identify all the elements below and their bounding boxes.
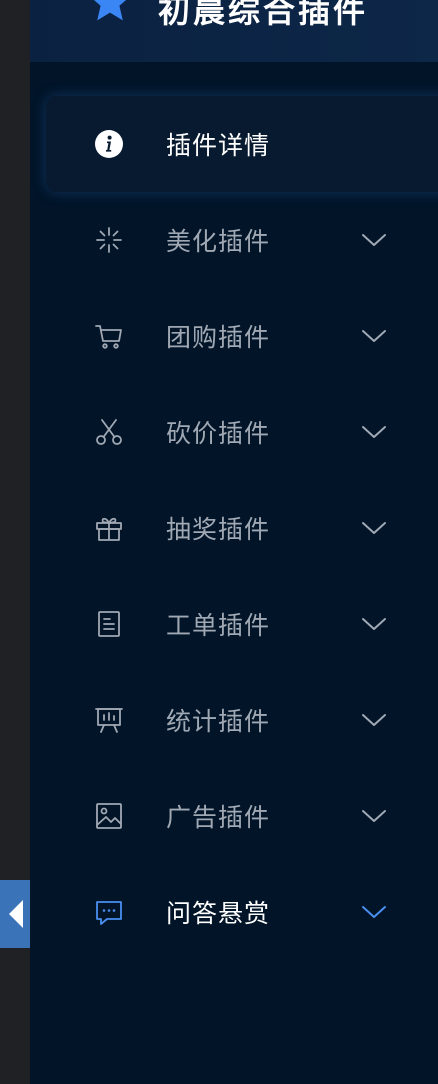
- chevron-down-icon[interactable]: [360, 711, 388, 729]
- sidebar-item-label: 美化插件: [166, 227, 271, 256]
- sidebar-header: 初晨综合插件: [30, 0, 438, 62]
- gift-icon: [94, 513, 124, 543]
- image-icon: [94, 801, 124, 831]
- caret-left-icon: [9, 900, 23, 928]
- scissors-icon: [94, 417, 124, 447]
- sidebar-item-label: 砍价插件: [166, 419, 271, 448]
- sidebar-item-label: 抽奖插件: [166, 515, 271, 544]
- sidebar-item-ads[interactable]: 广告插件: [30, 768, 438, 864]
- sidebar-item-label: 插件详情: [166, 131, 271, 160]
- chevron-down-icon[interactable]: [360, 519, 388, 537]
- sidebar-item-beautify[interactable]: 美化插件: [30, 192, 438, 288]
- app-title: 初晨综合插件: [158, 0, 369, 30]
- chevron-down-icon[interactable]: [360, 807, 388, 825]
- sidebar-collapse-handle[interactable]: [0, 880, 30, 948]
- chevron-down-icon[interactable]: [360, 327, 388, 345]
- sidebar-item-label: 广告插件: [166, 803, 271, 832]
- sidebar-item-bargain[interactable]: 砍价插件: [30, 384, 438, 480]
- star-icon: [86, 0, 134, 30]
- sidebar-item-statistics[interactable]: 统计插件: [30, 672, 438, 768]
- info-icon: [94, 129, 124, 159]
- presentation-icon: [94, 705, 124, 735]
- sidebar-item-group-buy[interactable]: 团购插件: [30, 288, 438, 384]
- cart-icon: [94, 321, 124, 351]
- chevron-down-icon[interactable]: [360, 423, 388, 441]
- sidebar-item-label: 问答悬赏: [166, 899, 271, 928]
- sidebar-item-lottery[interactable]: 抽奖插件: [30, 480, 438, 576]
- chevron-down-icon[interactable]: [360, 231, 388, 249]
- app-frame: 初晨综合插件 插件详情 美化插件 团购插件 砍价插件 抽奖插件 工单插件 统计插…: [0, 0, 438, 1084]
- document-icon: [94, 609, 124, 639]
- chat-icon: [94, 897, 124, 927]
- chevron-down-icon[interactable]: [360, 903, 388, 921]
- chevron-down-icon[interactable]: [360, 615, 388, 633]
- sidebar-item-label: 统计插件: [166, 707, 271, 736]
- sidebar-item-qa-bounty[interactable]: 问答悬赏: [30, 864, 438, 960]
- sidebar-item-plugin-details[interactable]: 插件详情: [46, 96, 438, 192]
- sidebar-item-label: 工单插件: [166, 611, 271, 640]
- sparkle-icon: [94, 225, 124, 255]
- sidebar: 初晨综合插件 插件详情 美化插件 团购插件 砍价插件 抽奖插件 工单插件 统计插…: [30, 0, 438, 1084]
- sidebar-item-label: 团购插件: [166, 323, 271, 352]
- sidebar-item-ticket[interactable]: 工单插件: [30, 576, 438, 672]
